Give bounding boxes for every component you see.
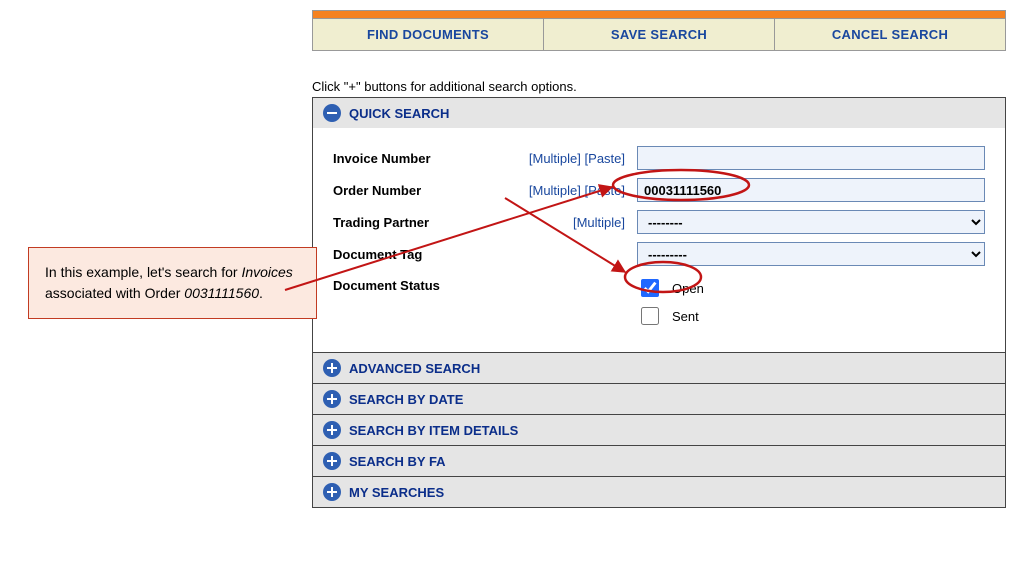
plus-icon — [323, 421, 341, 439]
section-title: SEARCH BY ITEM DETAILS — [349, 423, 518, 438]
order-number-field[interactable] — [637, 178, 985, 202]
quick-search-header[interactable]: QUICK SEARCH — [313, 98, 1005, 128]
section-title: ADVANCED SEARCH — [349, 361, 480, 376]
status-open-label: Open — [672, 281, 704, 296]
hint-text: Click "+" buttons for additional search … — [312, 79, 1006, 94]
quick-search-section: QUICK SEARCH Invoice Number [Multiple] [… — [312, 97, 1006, 353]
order-paste-link[interactable]: [Paste] — [585, 183, 625, 198]
section-title: SEARCH BY DATE — [349, 392, 463, 407]
search-by-item-header[interactable]: SEARCH BY ITEM DETAILS — [313, 415, 1005, 445]
order-number-label: Order Number — [327, 174, 489, 206]
minus-icon — [323, 104, 341, 122]
trading-partner-select[interactable]: -------- — [637, 210, 985, 234]
plus-icon — [323, 359, 341, 377]
accent-bar — [312, 10, 1006, 18]
search-by-date-header[interactable]: SEARCH BY DATE — [313, 384, 1005, 414]
my-searches-header[interactable]: MY SEARCHES — [313, 477, 1005, 507]
document-status-label: Document Status — [327, 270, 489, 334]
trading-partner-multiple-link[interactable]: [Multiple] — [573, 215, 625, 230]
section-title: SEARCH BY FA — [349, 454, 446, 469]
search-by-fa-header[interactable]: SEARCH BY FA — [313, 446, 1005, 476]
save-search-button[interactable]: SAVE SEARCH — [544, 19, 775, 50]
section-title: QUICK SEARCH — [349, 106, 449, 121]
quick-search-body: Invoice Number [Multiple] [Paste] Order … — [313, 128, 1005, 352]
annotation-callout: In this example, let's search for Invoic… — [28, 247, 317, 319]
status-open-checkbox[interactable] — [641, 279, 659, 297]
plus-icon — [323, 483, 341, 501]
invoice-paste-link[interactable]: [Paste] — [585, 151, 625, 166]
invoice-number-field[interactable] — [637, 146, 985, 170]
document-tag-select[interactable]: --------- — [637, 242, 985, 266]
plus-icon — [323, 452, 341, 470]
document-tag-label: Document Tag — [327, 238, 489, 270]
invoice-multiple-link[interactable]: [Multiple] — [529, 151, 581, 166]
status-sent-label: Sent — [672, 309, 699, 324]
find-documents-button[interactable]: FIND DOCUMENTS — [313, 19, 544, 50]
status-sent-checkbox[interactable] — [641, 307, 659, 325]
advanced-search-header[interactable]: ADVANCED SEARCH — [313, 353, 1005, 383]
action-toolbar: FIND DOCUMENTS SAVE SEARCH CANCEL SEARCH — [312, 18, 1006, 51]
plus-icon — [323, 390, 341, 408]
invoice-number-label: Invoice Number — [327, 142, 489, 174]
cancel-search-button[interactable]: CANCEL SEARCH — [775, 19, 1005, 50]
order-multiple-link[interactable]: [Multiple] — [529, 183, 581, 198]
section-title: MY SEARCHES — [349, 485, 444, 500]
trading-partner-label: Trading Partner — [327, 206, 489, 238]
